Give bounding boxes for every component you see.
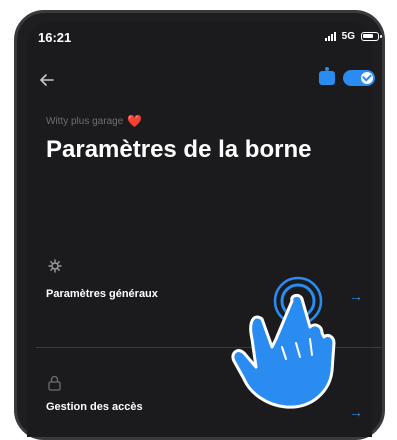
network-label: 5G [341,31,355,42]
status-time: 16:21 [38,30,72,45]
toggle-knob [361,72,373,84]
connection-toggle[interactable] [343,70,375,86]
station-name-text: Witty plus garage [46,115,124,127]
chevron-right-icon: → [349,404,363,420]
page-title: Paramètres de la borne [46,136,312,163]
gear-icon [48,259,62,277]
station-name: Witty plus garage ❤️ [46,114,142,128]
header-actions [319,67,375,86]
arrow-left-icon [40,74,54,86]
lock-icon [48,375,61,395]
row-label-general: Paramètres généraux [46,288,158,300]
back-button[interactable] [40,70,54,91]
status-bar-right: 5G [324,31,382,42]
charger-icon[interactable] [319,67,335,85]
tap-hand-icon [231,276,336,409]
heart-icon: ❤️ [127,114,143,128]
battery-icon [361,32,382,41]
signal-icon [324,32,336,41]
row-label-access: Gestion des accès [46,401,143,413]
chevron-right-icon: → [349,288,363,304]
